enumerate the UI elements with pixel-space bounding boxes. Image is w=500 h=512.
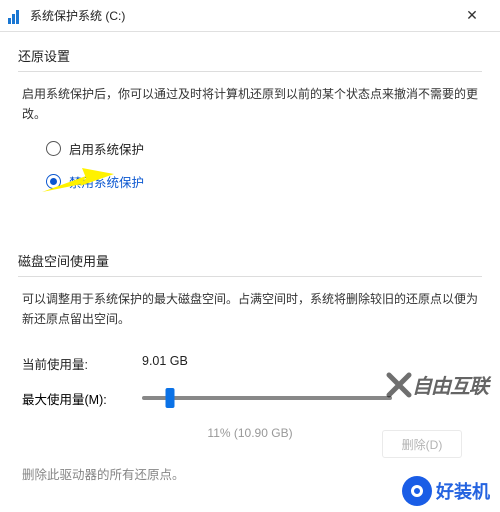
current-usage-value: 9.01 GB bbox=[142, 354, 188, 373]
protection-radio-group: 启用系统保护 禁用系统保护 bbox=[18, 139, 482, 223]
delete-button[interactable]: 删除(D) bbox=[382, 430, 462, 458]
window-title: 系统保护系统 (C:) bbox=[30, 7, 125, 24]
app-icon bbox=[8, 8, 24, 24]
max-usage-label: 最大使用量(M): bbox=[22, 389, 142, 408]
slider-thumb[interactable] bbox=[165, 388, 174, 408]
radio-disable-protection[interactable]: 禁用系统保护 bbox=[46, 172, 482, 191]
radio-label: 禁用系统保护 bbox=[69, 172, 144, 191]
divider bbox=[18, 71, 482, 72]
current-usage-row: 当前使用量: 9.01 GB bbox=[18, 344, 482, 381]
titlebar: 系统保护系统 (C:) ✕ bbox=[0, 0, 500, 32]
disk-usage-description: 可以调整用于系统保护的最大磁盘空间。占满空间时，系统将删除较旧的还原点以便为新还… bbox=[18, 289, 482, 344]
content-area: 还原设置 启用系统保护后，你可以通过及时将计算机还原到以前的某个状态点来撤消不需… bbox=[0, 32, 500, 483]
current-usage-label: 当前使用量: bbox=[22, 354, 142, 373]
disk-usage-heading: 磁盘空间使用量 bbox=[18, 251, 482, 270]
close-icon: ✕ bbox=[466, 7, 478, 24]
radio-icon bbox=[46, 174, 61, 189]
max-usage-row: 最大使用量(M): bbox=[18, 381, 482, 408]
restore-description: 启用系统保护后，你可以通过及时将计算机还原到以前的某个状态点来撤消不需要的更改。 bbox=[18, 84, 482, 139]
max-usage-slider[interactable] bbox=[142, 396, 392, 400]
radio-label: 启用系统保护 bbox=[69, 139, 144, 158]
radio-icon bbox=[46, 141, 61, 156]
close-button[interactable]: ✕ bbox=[452, 2, 492, 30]
restore-settings-heading: 还原设置 bbox=[18, 46, 482, 65]
radio-enable-protection[interactable]: 启用系统保护 bbox=[46, 139, 482, 158]
divider bbox=[18, 276, 482, 277]
